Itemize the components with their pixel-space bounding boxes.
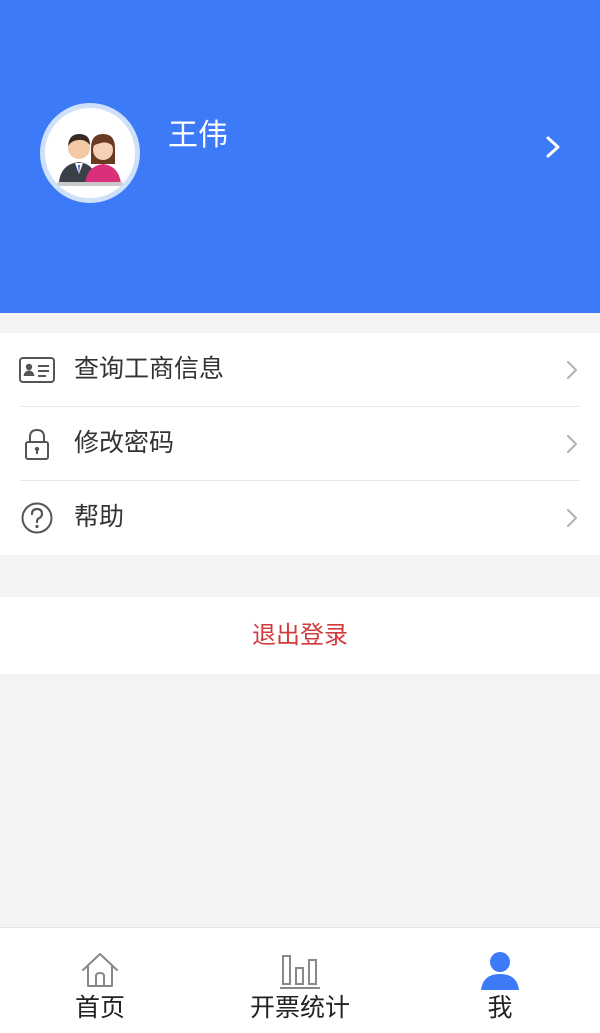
menu-item-business-info[interactable]: 查询工商信息 [0, 333, 600, 407]
menu-item-change-password[interactable]: 修改密码 [0, 407, 600, 481]
user-name: 王伟 [168, 118, 228, 153]
menu-item-label: 查询工商信息 [74, 354, 225, 383]
chevron-right-icon [566, 434, 578, 454]
chevron-right-icon [566, 508, 578, 528]
lock-icon [25, 428, 49, 460]
bar-chart-icon [280, 955, 320, 989]
settings-menu: 查询工商信息 修改密码 帮助 [0, 333, 600, 555]
tab-home[interactable]: 首页 [0, 928, 200, 1033]
home-icon [82, 953, 118, 987]
logout-button[interactable]: 退出登录 [0, 597, 600, 674]
tab-label: 我 [487, 993, 513, 1022]
tab-label: 首页 [74, 993, 125, 1022]
chevron-right-icon[interactable] [540, 130, 568, 164]
menu-item-help[interactable]: 帮助 [0, 481, 600, 555]
id-card-icon [19, 357, 55, 383]
help-icon [21, 502, 53, 534]
tab-invoice-stats[interactable]: 开票统计 [200, 928, 400, 1033]
user-icon [481, 952, 519, 990]
couple-avatar-icon [45, 108, 135, 198]
logout-label: 退出登录 [252, 621, 348, 649]
profile-header[interactable]: 王伟 [0, 0, 600, 313]
avatar [40, 103, 140, 203]
tab-me[interactable]: 我 [400, 928, 600, 1033]
menu-item-label: 帮助 [74, 502, 125, 531]
chevron-right-icon [566, 360, 578, 380]
tab-bar: 首页 开票统计 我 [0, 927, 600, 1033]
menu-item-label: 修改密码 [74, 428, 175, 457]
tab-label: 开票统计 [249, 993, 350, 1022]
